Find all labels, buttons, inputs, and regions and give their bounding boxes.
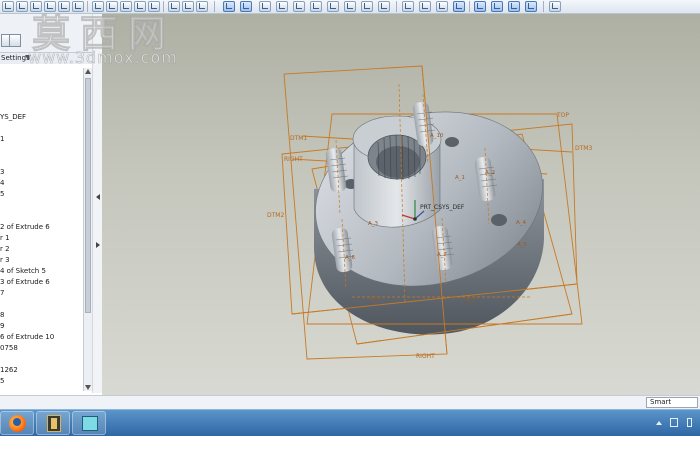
- axis-tag: A_1: [455, 175, 465, 181]
- open-icon[interactable]: [16, 1, 28, 12]
- orient-icon[interactable]: [327, 1, 339, 12]
- datum-label-dtm3: DTM3: [575, 145, 592, 152]
- scroll-thumb[interactable]: [85, 78, 91, 313]
- scroll-down-icon[interactable]: [85, 385, 91, 390]
- tree-item[interactable]: 4 of Sketch 5: [0, 266, 46, 276]
- graphics-window[interactable]: TOP DTM1 RIGHT DTM3 DTM2 RIGHT PRT_CSYS_…: [102, 14, 700, 395]
- hidden-line-icon[interactable]: [419, 1, 431, 12]
- no-hidden-icon[interactable]: [436, 1, 448, 12]
- tree-item[interactable]: 8: [0, 310, 4, 320]
- app-icon: [47, 415, 61, 432]
- axis-tag: A_7: [437, 252, 448, 258]
- axis-tag: A_2: [485, 170, 495, 176]
- tree-item[interactable]: 0758: [0, 343, 18, 353]
- redo-icon[interactable]: [72, 1, 84, 12]
- undo-icon[interactable]: [58, 1, 70, 12]
- tree-item[interactable]: 3 of Extrude 6: [0, 277, 50, 287]
- save-icon[interactable]: [30, 1, 42, 12]
- axis-tag: A_5: [517, 242, 528, 248]
- model-tree: YS_DEF 1 3 4 5 2 of Extrude 6r 1r 2r 34 of Sk…: [0, 68, 83, 391]
- taskbar: [0, 409, 700, 436]
- tree-item[interactable]: 1262: [0, 365, 18, 375]
- firefox-icon: [9, 415, 26, 432]
- flange-part: [313, 101, 544, 335]
- battery-icon[interactable]: [687, 418, 692, 427]
- datum-label-dtm2: DTM2: [267, 212, 284, 219]
- main-toolbar: [0, 0, 700, 14]
- axis-tag: A_10: [430, 133, 444, 139]
- copy-icon[interactable]: [106, 1, 118, 12]
- axis-tag: A_4: [516, 220, 527, 226]
- regenerate-icon[interactable]: [134, 1, 146, 12]
- tree-item[interactable]: 5: [0, 376, 4, 386]
- model-tree-panel: Settings YS_DEF 1 3 4 5 2 of Extrude 6r 1r 2r…: [0, 14, 102, 393]
- tree-item[interactable]: 5: [0, 189, 4, 199]
- tree-item[interactable]: r 2: [0, 244, 10, 254]
- datum-points-icon[interactable]: [508, 1, 520, 12]
- shading-icon[interactable]: [453, 1, 465, 12]
- tree-scrollbar[interactable]: [83, 68, 92, 391]
- tree-item[interactable]: r 1: [0, 233, 10, 243]
- tree-item[interactable]: 9: [0, 321, 4, 331]
- tree-item[interactable]: 3: [0, 167, 4, 177]
- chevron-down-icon: [25, 55, 31, 60]
- wireframe-icon[interactable]: [402, 1, 414, 12]
- layers-icon[interactable]: [361, 1, 373, 12]
- repaint-icon[interactable]: [223, 1, 235, 12]
- action-center-icon[interactable]: [670, 418, 678, 427]
- tray-expand-icon[interactable]: [656, 421, 662, 425]
- zoom-fit-icon[interactable]: [310, 1, 322, 12]
- axis-tag: A_8: [370, 297, 381, 303]
- tree-item[interactable]: YS_DEF: [0, 112, 26, 122]
- csys-icon[interactable]: [525, 1, 537, 12]
- help-icon[interactable]: [549, 1, 561, 12]
- lock-icon[interactable]: [9, 34, 21, 47]
- datum-display-icon[interactable]: [168, 1, 180, 12]
- collapse-left-icon[interactable]: [96, 194, 100, 200]
- settings-dropdown[interactable]: Settings: [0, 52, 102, 64]
- zoom-out-icon[interactable]: [293, 1, 305, 12]
- taskbar-app-button[interactable]: [36, 411, 70, 435]
- datum-axes-icon[interactable]: [491, 1, 503, 12]
- model-viewport[interactable]: TOP DTM1 RIGHT DTM3 DTM2 RIGHT PRT_CSYS_…: [102, 14, 700, 395]
- app-icon: [82, 416, 98, 431]
- tree-item[interactable]: 7: [0, 288, 4, 298]
- below-screen-area: [0, 436, 700, 465]
- select-icon[interactable]: [196, 1, 208, 12]
- datum-label-right-upper: RIGHT: [284, 156, 303, 163]
- spin-center-icon[interactable]: [259, 1, 271, 12]
- datum-planes-icon[interactable]: [474, 1, 486, 12]
- axis-tag: A_3: [368, 221, 379, 227]
- window-icon[interactable]: [148, 1, 160, 12]
- tree-item[interactable]: 2 of Extrude 6: [0, 222, 50, 232]
- scroll-up-icon[interactable]: [85, 69, 91, 74]
- panel-header: Settings: [0, 14, 102, 64]
- tree-item[interactable]: 4: [0, 178, 4, 188]
- datum-label-dtm1: DTM1: [290, 135, 307, 142]
- cut-icon[interactable]: [92, 1, 104, 12]
- csys-label: PRT_CSYS_DEF: [420, 204, 465, 211]
- datum-label-top: TOP: [556, 112, 569, 119]
- expand-right-icon[interactable]: [96, 242, 100, 248]
- selection-filter[interactable]: Smart: [646, 397, 698, 408]
- sketch-icon[interactable]: [240, 1, 252, 12]
- status-bar: Smart: [0, 395, 700, 409]
- axis-tag: A_9: [465, 297, 476, 303]
- taskbar-app-button[interactable]: [72, 411, 106, 435]
- taskbar-firefox-button[interactable]: [0, 411, 34, 435]
- appearance-icon[interactable]: [378, 1, 390, 12]
- print-icon[interactable]: [44, 1, 56, 12]
- new-icon[interactable]: [2, 1, 14, 12]
- paste-icon[interactable]: [120, 1, 132, 12]
- axis-tag: A_6: [345, 255, 356, 261]
- saved-views-icon[interactable]: [344, 1, 356, 12]
- datum-label-right-lower: RIGHT: [416, 353, 435, 360]
- zoom-in-icon[interactable]: [276, 1, 288, 12]
- panel-splitter[interactable]: [92, 14, 102, 393]
- tree-item[interactable]: 1: [0, 134, 4, 144]
- tree-item[interactable]: 6 of Extrude 10: [0, 332, 54, 342]
- app-window: Settings YS_DEF 1 3 4 5 2 of Extrude 6r 1r 2r…: [0, 0, 700, 465]
- tree-item[interactable]: r 3: [0, 255, 10, 265]
- dropdown-icon[interactable]: [182, 1, 194, 12]
